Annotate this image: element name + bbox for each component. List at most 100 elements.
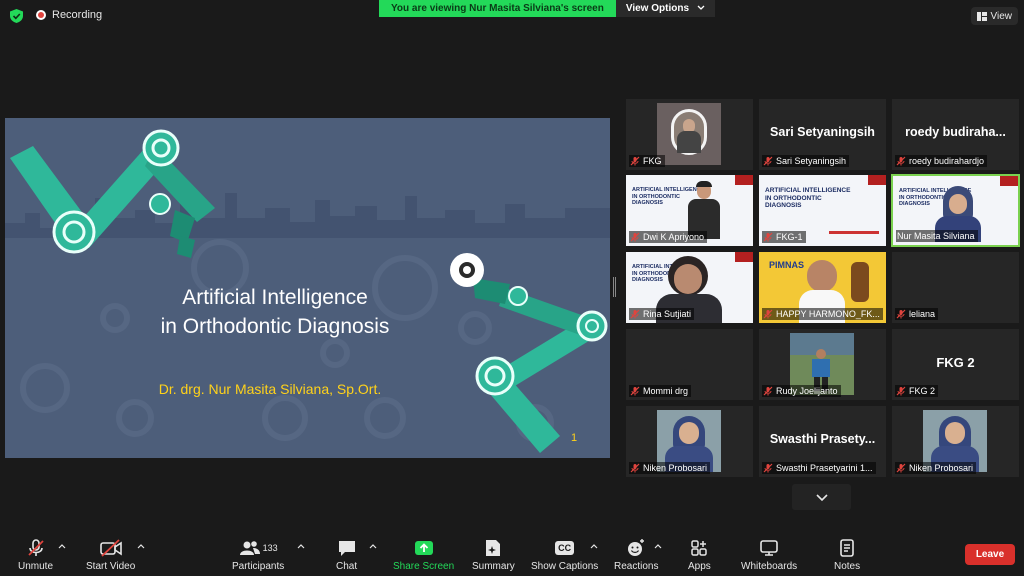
participants-caret-icon[interactable] — [297, 543, 305, 549]
participant-tile[interactable]: leliana — [892, 252, 1019, 323]
start-video-label: Start Video — [86, 561, 136, 572]
participant-tile-active-speaker[interactable]: ARTIFICIAL INTELLIGENCE IN ORTHODONTIC DIA… — [891, 174, 1020, 247]
participant-name-label: Rudy Joelijanto — [762, 385, 841, 397]
gallery-next-page-button[interactable] — [792, 484, 851, 510]
reactions-caret-icon[interactable] — [654, 543, 662, 549]
meeting-toolbar: Unmute Start Video 133 Participants Chat… — [0, 532, 1024, 576]
participant-display-name: roedy budiraha... — [905, 125, 1006, 139]
chat-icon — [338, 541, 355, 556]
participant-name-label: Rina Sutjiati — [629, 308, 695, 320]
reactions-icon — [628, 539, 645, 556]
notes-button[interactable]: Notes — [834, 538, 860, 572]
participant-tile[interactable]: Sari Setyaningsih Sari Setyaningsih — [759, 99, 886, 170]
participant-name-label: Niken Probosari — [629, 462, 711, 474]
chat-label: Chat — [336, 561, 358, 572]
participants-button[interactable]: 133 Participants — [232, 538, 284, 572]
captions-icon: CC — [555, 541, 575, 555]
captions-caret-icon[interactable] — [590, 543, 598, 549]
participant-name-label: roedy budirahardjo — [895, 155, 988, 167]
mic-muted-icon — [27, 539, 44, 556]
apps-button[interactable]: Apps — [688, 538, 711, 572]
mic-muted-icon — [896, 386, 906, 396]
summary-button[interactable]: Summary — [472, 538, 515, 572]
panel-resize-handle[interactable] — [613, 277, 616, 297]
show-captions-button[interactable]: CC Show Captions — [531, 538, 598, 572]
participant-display-name: FKG 2 — [936, 355, 975, 370]
top-bar: Recording You are viewing Nur Masita Sil… — [0, 0, 1024, 32]
mic-muted-icon — [630, 386, 640, 396]
participants-label: Participants — [232, 561, 285, 572]
participant-tile[interactable]: Rudy Joelijanto — [759, 329, 886, 400]
recording-label: Recording — [52, 9, 103, 21]
mic-muted-icon — [896, 309, 906, 319]
slide-title-line2: in Orthodontic Diagnosis — [160, 315, 390, 338]
video-options-caret-icon[interactable] — [137, 543, 145, 549]
chevron-down-icon — [815, 493, 828, 501]
reactions-button[interactable]: Reactions — [614, 538, 658, 572]
recording-indicator[interactable]: Recording — [36, 9, 102, 21]
participant-tile[interactable]: ARTIFICIAL INTELLIGENCE IN ORTHODONTIC DIA… — [626, 252, 753, 323]
start-video-button[interactable]: Start Video — [86, 538, 135, 572]
participant-video — [657, 103, 721, 165]
whiteboards-label: Whiteboards — [741, 561, 798, 572]
mic-muted-icon — [896, 156, 906, 166]
mic-muted-icon — [763, 156, 773, 166]
participant-tile[interactable]: Mommi drg — [626, 329, 753, 400]
participants-count: 133 — [262, 543, 278, 553]
share-screen-button[interactable]: Share Screen — [393, 538, 454, 572]
participant-tile[interactable]: ARTIFICIAL INTELLIGENCE IN ORTHODONTIC DIA… — [759, 175, 886, 246]
grid-view-icon — [976, 11, 987, 21]
participant-tile[interactable]: Niken Probosari — [626, 406, 753, 477]
participant-tile[interactable]: roedy budiraha... roedy budirahardjo — [892, 99, 1019, 170]
mic-muted-icon — [763, 232, 773, 242]
notes-label: Notes — [834, 561, 861, 572]
apps-icon — [691, 540, 708, 556]
slide-title: Artificial Intelligence in Orthodontic D… — [125, 283, 425, 341]
participant-tile[interactable]: PIMNAS HAPPY HARMONO_FK... — [759, 252, 886, 323]
participant-name-label: Swasthi Prasetyarini 1... — [762, 462, 876, 474]
whiteboards-button[interactable]: Whiteboards — [741, 538, 797, 572]
unmute-button[interactable]: Unmute — [18, 538, 53, 572]
view-options-label: View Options — [625, 3, 690, 14]
participant-name-label: Mommi drg — [629, 385, 692, 397]
record-icon — [36, 10, 46, 20]
participant-name-label: Niken Probosari — [895, 462, 977, 474]
unmute-label: Unmute — [18, 561, 54, 572]
chat-caret-icon[interactable] — [369, 543, 377, 549]
participant-name-label: HAPPY HARMONO_FK... — [762, 308, 883, 320]
participant-tile[interactable]: Niken Probosari — [892, 406, 1019, 477]
robot-arm-left — [10, 129, 215, 258]
participant-name-label: Dwi K Apriyono — [629, 231, 708, 243]
mic-muted-icon — [896, 463, 906, 473]
summary-label: Summary — [472, 561, 515, 572]
mic-muted-icon — [630, 463, 640, 473]
participant-tile[interactable]: FKG 2 FKG 2 — [892, 329, 1019, 400]
participant-tile[interactable]: Swasthi Prasety... Swasthi Prasetyarini … — [759, 406, 886, 477]
apps-label: Apps — [688, 561, 711, 572]
view-button[interactable]: View — [970, 7, 1018, 25]
mic-muted-icon — [763, 309, 773, 319]
slide-page-number: 1 — [571, 432, 578, 444]
participant-display-name: Swasthi Prasety... — [769, 432, 876, 446]
view-label: View — [990, 10, 1013, 22]
participant-name-label: FKG — [629, 155, 665, 167]
chat-button[interactable]: Chat — [336, 538, 357, 572]
view-options-button[interactable]: View Options — [615, 0, 716, 17]
whiteboard-icon — [760, 540, 778, 556]
leave-button[interactable]: Leave — [965, 544, 1015, 565]
viewing-screen-text: You are viewing Nur Masita Silviana's sc… — [379, 0, 616, 17]
share-screen-icon — [414, 541, 433, 555]
slide-author: Dr. drg. Nur Masita Silviana, Sp.Ort. — [158, 381, 382, 397]
participant-display-name: Sari Setyaningsih — [770, 125, 875, 139]
notes-icon — [840, 539, 854, 557]
participant-tile[interactable]: ARTIFICIAL INTELLIGENCE IN ORTHODONTIC DIA… — [626, 175, 753, 246]
slide-title-line1: Artificial Intelligence — [182, 286, 368, 309]
summary-icon — [486, 540, 501, 556]
shared-screen-slide[interactable]: Artificial Intelligence in Orthodontic D… — [5, 118, 610, 458]
participant-name-label: Nur Masita Silviana — [896, 230, 978, 242]
audio-options-caret-icon[interactable] — [58, 543, 66, 549]
robot-arm-right — [450, 253, 608, 453]
shield-icon[interactable] — [10, 9, 23, 23]
participant-name-label: Sari Setyaningsih — [762, 155, 850, 167]
participant-tile[interactable]: FKG — [626, 99, 753, 170]
